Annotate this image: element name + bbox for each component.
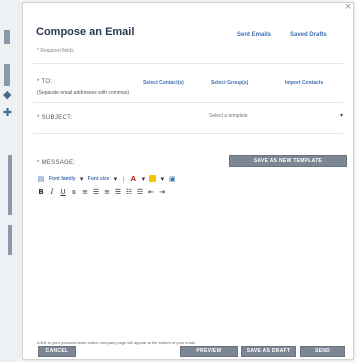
subject-label: * SUBJECT: bbox=[37, 115, 73, 121]
saved-drafts-link[interactable]: Saved Drafts bbox=[290, 32, 327, 38]
message-editor[interactable] bbox=[33, 199, 345, 285]
chevron-down-icon: ▾ bbox=[113, 174, 118, 183]
editor-toolbar-top: ▤ Font family ▾ Font size ▾ | A ▾ ▾ ▣ bbox=[37, 174, 176, 183]
chevron-down-icon: ▾ bbox=[339, 112, 343, 119]
toolbar-separator: | bbox=[122, 174, 125, 183]
font-family-select[interactable]: Font family bbox=[49, 176, 76, 182]
bullet-list-icon[interactable]: ☷ bbox=[125, 188, 133, 196]
numbered-list-icon[interactable]: ☲ bbox=[136, 188, 144, 196]
indent-icon[interactable]: ⇥ bbox=[158, 188, 166, 196]
bold-button[interactable]: B bbox=[37, 188, 45, 196]
background-marker bbox=[4, 64, 10, 86]
select-contacts-link[interactable]: Select Contact(s) bbox=[143, 80, 184, 86]
background-marker bbox=[8, 225, 12, 255]
divider bbox=[33, 133, 343, 134]
message-label: * MESSAGE: bbox=[37, 160, 76, 166]
justify-icon[interactable]: ☰ bbox=[114, 188, 122, 196]
align-center-icon[interactable]: ☰ bbox=[92, 188, 100, 196]
dialog-title: Compose an Email bbox=[36, 26, 135, 38]
divider bbox=[33, 63, 343, 64]
font-size-select[interactable]: Font size bbox=[88, 176, 110, 182]
background-marker bbox=[8, 155, 12, 215]
preview-button[interactable]: PREVIEW bbox=[180, 346, 238, 357]
template-select[interactable]: Select a template ▾ bbox=[113, 111, 345, 124]
italic-button[interactable]: I bbox=[48, 188, 56, 196]
background-app-strip: ◆ ✚ bbox=[0, 0, 20, 362]
divider bbox=[33, 102, 343, 103]
background-marker bbox=[4, 30, 10, 44]
required-fields-note: * Required fields bbox=[37, 48, 74, 54]
background-icon: ✚ bbox=[3, 106, 13, 119]
background-icon: ◆ bbox=[3, 88, 12, 101]
send-button[interactable]: SEND bbox=[300, 346, 345, 357]
strikethrough-icon[interactable]: ꞩ bbox=[70, 188, 78, 196]
align-left-icon[interactable]: ≡ bbox=[81, 188, 89, 196]
outdent-icon[interactable]: ⇤ bbox=[147, 188, 155, 196]
sent-emails-link[interactable]: Sent Emails bbox=[237, 32, 271, 38]
chevron-down-icon: ▾ bbox=[141, 174, 146, 183]
editor-toolbar-bottom: B I U ꞩ ≡ ☰ ≡ ☰ ☷ ☲ ⇤ ⇥ bbox=[37, 186, 166, 197]
to-hint: (Separate email addresses with commas) bbox=[37, 90, 129, 96]
select-groups-link[interactable]: Select Group(s) bbox=[211, 80, 248, 86]
align-right-icon[interactable]: ≡ bbox=[103, 188, 111, 196]
save-as-draft-button[interactable]: SAVE AS DRAFT bbox=[241, 346, 296, 357]
signature-note: A link to your personal team and/or comp… bbox=[37, 340, 195, 345]
close-icon[interactable]: × bbox=[344, 2, 352, 12]
template-select-value: Select a template bbox=[209, 113, 248, 119]
import-contacts-link[interactable]: Import Contacts bbox=[285, 80, 323, 86]
to-label: * TO: bbox=[37, 79, 53, 85]
underline-button[interactable]: U bbox=[59, 188, 67, 196]
text-color-icon[interactable]: A bbox=[129, 175, 137, 183]
compose-email-dialog: × Compose an Email Sent Emails Saved Dra… bbox=[22, 2, 354, 360]
save-as-new-template-button[interactable]: SAVE AS NEW TEMPLATE bbox=[229, 155, 347, 167]
chevron-down-icon: ▾ bbox=[160, 174, 165, 183]
chevron-down-icon: ▾ bbox=[79, 174, 84, 183]
image-icon[interactable]: ▣ bbox=[168, 175, 176, 183]
background-color-icon[interactable] bbox=[149, 175, 157, 182]
cancel-button[interactable]: CANCEL bbox=[38, 346, 76, 357]
source-code-icon[interactable]: ▤ bbox=[37, 175, 45, 183]
